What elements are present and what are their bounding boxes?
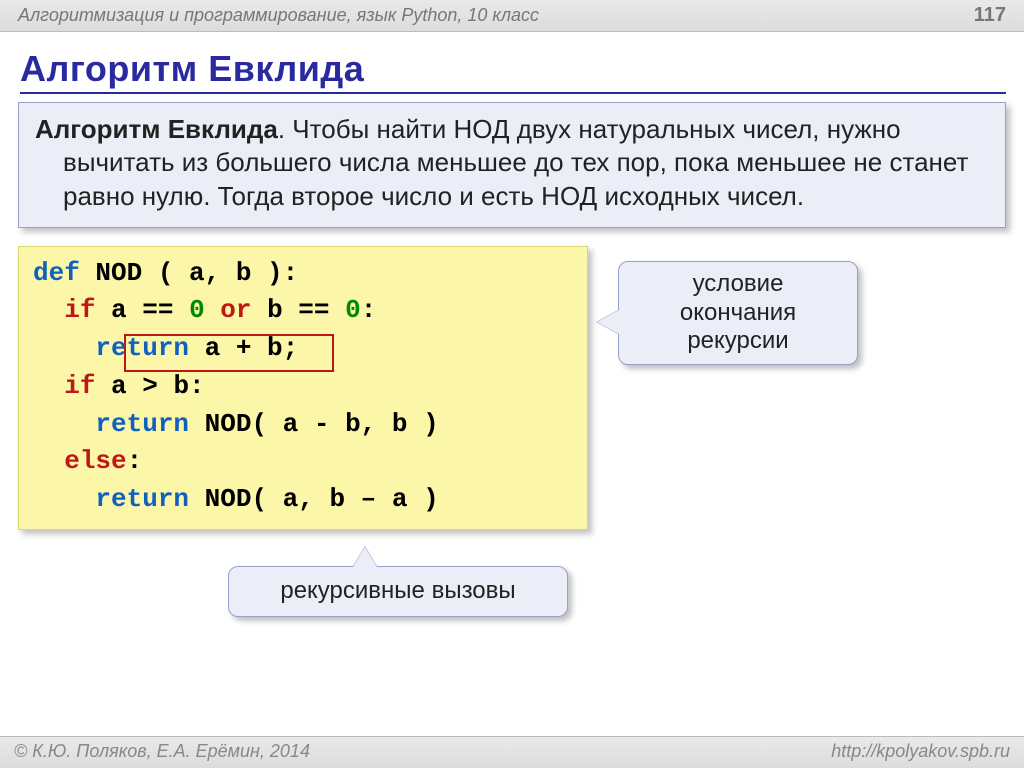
callout-line: рекурсии [641, 327, 835, 356]
kw-or: or [205, 295, 267, 325]
kw-if: if [64, 295, 95, 325]
callout-line: окончания [641, 299, 835, 328]
code-area: def NOD ( a, b ): if a == 0 or b == 0: r… [18, 246, 1006, 530]
callout-line: условие [641, 270, 835, 299]
page-number: 117 [974, 4, 1006, 27]
num-literal: 0 [345, 295, 361, 325]
callout-termination: условие окончания рекурсии [618, 261, 858, 365]
code-text: b == [267, 295, 345, 325]
num-literal: 0 [189, 295, 205, 325]
callout-tail-icon [597, 310, 619, 334]
kw-def: def [33, 258, 80, 288]
code-text: NOD( a, b – a ) [189, 484, 439, 514]
header-bar: Алгоритмизация и программирование, язык … [0, 0, 1024, 32]
code-text: : [127, 446, 143, 476]
code-text: a > b: [95, 371, 204, 401]
callout-text: рекурсивные вызовы [280, 577, 515, 604]
kw-if: if [64, 371, 95, 401]
code-text: NOD ( a, b ): [80, 258, 298, 288]
code-text: a == [95, 295, 189, 325]
breadcrumb: Алгоритмизация и программирование, язык … [18, 5, 539, 26]
theory-lead: Алгоритм Евклида [35, 114, 278, 144]
code-text: a + b; [189, 333, 298, 363]
copyright: © К.Ю. Поляков, Е.А. Ерёмин, 2014 [14, 741, 310, 762]
code-text: : [361, 295, 377, 325]
page-title: Алгоритм Евклида [20, 48, 1006, 94]
callout-recursive-calls: рекурсивные вызовы [228, 566, 568, 617]
kw-return: return [95, 484, 189, 514]
footer-url: http://kpolyakov.spb.ru [831, 741, 1010, 762]
theory-panel: Алгоритм Евклида. Чтобы найти НОД двух н… [18, 102, 1006, 228]
kw-return: return [95, 409, 189, 439]
footer-bar: © К.Ю. Поляков, Е.А. Ерёмин, 2014 http:/… [0, 736, 1024, 768]
kw-else: else [64, 446, 126, 476]
code-text: NOD( a - b, b ) [189, 409, 439, 439]
code-block: def NOD ( a, b ): if a == 0 or b == 0: r… [18, 246, 588, 530]
callout-tail-icon [353, 547, 377, 567]
kw-return: return [95, 333, 189, 363]
